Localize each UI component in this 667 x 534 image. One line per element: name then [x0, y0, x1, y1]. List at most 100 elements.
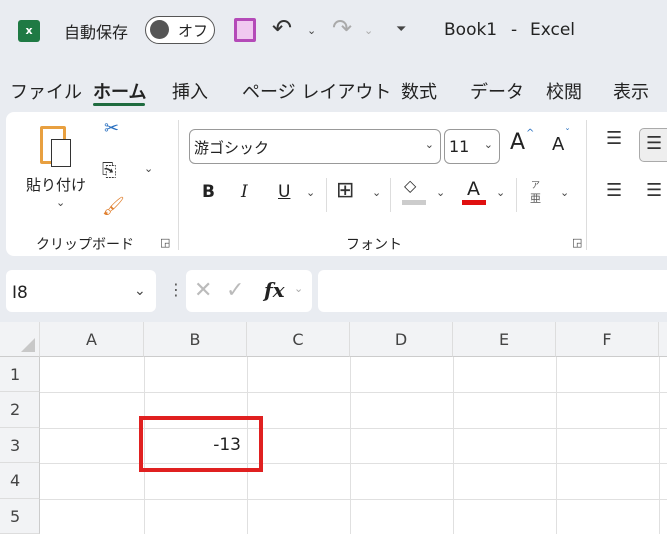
customize-toolbar-icon[interactable]: ⏷: [396, 22, 406, 37]
tab-page-layout[interactable]: ページ レイアウト: [242, 78, 391, 104]
align-top-icon[interactable]: ☰: [606, 128, 622, 149]
tab-file[interactable]: ファイル: [10, 78, 82, 104]
tab-home[interactable]: ホーム: [93, 78, 146, 104]
borders-dropdown-icon[interactable]: ⌄: [372, 186, 381, 199]
clipboard-launcher-icon[interactable]: ◲: [160, 236, 170, 249]
toggle-knob: [150, 20, 169, 39]
active-tab-indicator: [93, 103, 145, 106]
shrink-font-button[interactable]: A: [552, 134, 564, 155]
chevron-down-icon[interactable]: ⌄: [134, 283, 146, 299]
excel-logo-icon: x: [18, 20, 40, 42]
column-header-d[interactable]: D: [350, 322, 453, 357]
grow-font-button[interactable]: A: [510, 130, 525, 155]
phonetic-bottom[interactable]: 亜: [530, 190, 541, 206]
align-center-icon[interactable]: ☰: [646, 180, 662, 201]
font-group-label: フォント: [346, 237, 402, 253]
underline-button[interactable]: U: [278, 182, 290, 202]
gridline: [40, 392, 667, 393]
format-painter-icon[interactable]: 🖌: [102, 196, 125, 217]
autosave-toggle[interactable]: オフ: [145, 16, 215, 44]
chevron-down-icon: ⌄: [483, 138, 493, 151]
phonetic-dropdown-icon[interactable]: ⌄: [560, 186, 569, 199]
shrink-font-icon: ˇ: [565, 128, 570, 139]
redo-dropdown-icon[interactable]: ⌄: [364, 24, 373, 37]
font-size-select[interactable]: 11 ⌄: [444, 129, 500, 164]
gridline: [40, 428, 667, 429]
formula-buttons: ✕ ✓ fx ⌄: [186, 270, 312, 312]
gridline: [40, 463, 667, 464]
paste-dropdown-icon[interactable]: ⌄: [56, 196, 65, 209]
font-color-dropdown-icon[interactable]: ⌄: [496, 186, 505, 199]
divider: [326, 178, 327, 212]
app-name: Excel: [530, 20, 576, 40]
gridline: [453, 357, 454, 534]
row-header-3[interactable]: 3: [0, 428, 40, 463]
font-size-value: 11: [449, 137, 470, 156]
column-header-a[interactable]: A: [40, 322, 144, 357]
cut-icon[interactable]: ✂: [104, 118, 119, 139]
divider: [516, 178, 517, 212]
save-icon[interactable]: [234, 18, 256, 42]
cancel-icon[interactable]: ✕: [194, 278, 212, 303]
font-launcher-icon[interactable]: ◲: [572, 236, 582, 249]
column-header-g[interactable]: [659, 322, 667, 357]
enter-icon[interactable]: ✓: [226, 278, 244, 303]
font-color-swatch: [462, 200, 486, 205]
font-name-select[interactable]: 游ゴシック ⌄: [189, 129, 441, 164]
tab-data[interactable]: データ: [470, 78, 524, 104]
autosave-state: オフ: [178, 22, 209, 40]
highlight-box: [139, 416, 263, 472]
italic-button[interactable]: I: [241, 182, 248, 202]
name-box[interactable]: I8 ⌄: [6, 270, 156, 312]
redo-icon[interactable]: ↷: [332, 14, 352, 42]
formula-bar-splitter[interactable]: ⋮: [168, 280, 184, 299]
undo-icon[interactable]: ↶: [272, 14, 292, 42]
fill-color-icon[interactable]: ◇: [404, 176, 416, 195]
tab-review[interactable]: 校閲: [546, 78, 582, 104]
fill-color-swatch: [402, 200, 426, 205]
ribbon: 貼り付け ⌄ ✂ ⎘ ⌄ 🖌 クリップボード ◲ 游ゴシック ⌄ 11 ⌄ A …: [6, 112, 667, 256]
chevron-down-icon: ⌄: [424, 138, 434, 151]
undo-dropdown-icon[interactable]: ⌄: [307, 24, 316, 37]
doc-title: Book1: [444, 20, 498, 40]
borders-icon[interactable]: ⊞: [336, 178, 354, 203]
fx-dropdown-icon[interactable]: ⌄: [294, 282, 303, 295]
column-header-e[interactable]: E: [453, 322, 556, 357]
underline-dropdown-icon[interactable]: ⌄: [306, 186, 315, 199]
paste-label[interactable]: 貼り付け: [26, 174, 86, 195]
row-header-5[interactable]: 5: [0, 499, 40, 534]
group-divider: [178, 120, 179, 250]
select-all-corner[interactable]: [0, 322, 40, 357]
column-header-c[interactable]: C: [247, 322, 350, 357]
copy-dropdown-icon[interactable]: ⌄: [144, 162, 153, 175]
name-box-value: I8: [12, 283, 28, 303]
column-header-b[interactable]: B: [144, 322, 247, 357]
fill-color-dropdown-icon[interactable]: ⌄: [436, 186, 445, 199]
autosave-label: 自動保存: [64, 23, 129, 42]
gridline: [350, 357, 351, 534]
title-separator: -: [511, 20, 518, 40]
tab-insert[interactable]: 挿入: [172, 78, 208, 104]
tab-formulas[interactable]: 数式: [401, 78, 437, 104]
paste-icon[interactable]: [40, 126, 71, 167]
gridline: [659, 357, 660, 534]
insert-function-button[interactable]: fx: [264, 278, 285, 302]
title-bar: x 自動保存 オフ ↶ ⌄ ↷ ⌄ ⏷ Book1 - Excel: [0, 0, 667, 62]
divider: [390, 178, 391, 212]
align-middle-button[interactable]: ☰: [639, 128, 667, 162]
formula-input[interactable]: [318, 270, 667, 312]
row-header-1[interactable]: 1: [0, 357, 40, 392]
column-header-f[interactable]: F: [556, 322, 659, 357]
bold-button[interactable]: B: [202, 182, 215, 202]
font-color-button[interactable]: A: [467, 178, 480, 200]
gridline: [556, 357, 557, 534]
grow-font-icon: ^: [526, 128, 535, 139]
row-header-4[interactable]: 4: [0, 463, 40, 499]
align-left-icon[interactable]: ☰: [606, 180, 622, 201]
tab-view[interactable]: 表示: [613, 78, 649, 104]
row-header-2[interactable]: 2: [0, 392, 40, 428]
align-middle-icon: ☰: [646, 133, 663, 154]
spreadsheet-grid[interactable]: A B C D E F 1 2 3 4 5 -13: [0, 322, 667, 534]
clipboard-group-label: クリップボード: [36, 237, 134, 253]
copy-icon[interactable]: ⎘: [102, 160, 116, 181]
